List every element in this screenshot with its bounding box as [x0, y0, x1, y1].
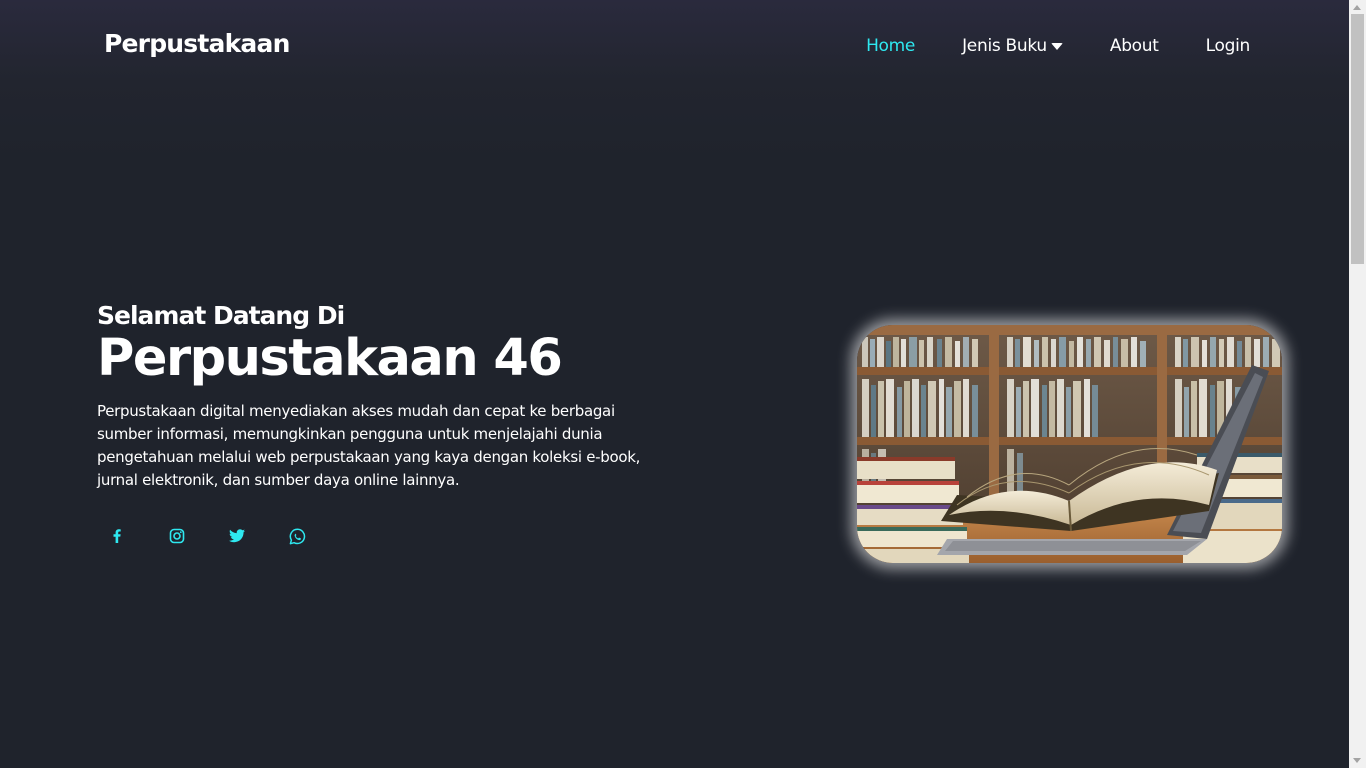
hero-welcome: Selamat Datang Di	[97, 301, 345, 330]
nav-about-label: About	[1109, 36, 1159, 56]
facebook-icon	[113, 529, 121, 543]
page: Perpustakaan Home Jenis Buku About Login…	[0, 0, 1349, 768]
whatsapp-icon	[289, 528, 305, 544]
hero-library-image	[857, 325, 1282, 563]
nav-login[interactable]: Login	[1205, 36, 1251, 56]
nav-about[interactable]: About	[1110, 36, 1159, 56]
whatsapp-link[interactable]	[277, 516, 317, 556]
nav-home-label: Home	[866, 36, 916, 56]
instagram-icon	[169, 528, 185, 544]
scrollbar-thumb[interactable]	[1351, 14, 1364, 264]
instagram-link[interactable]	[157, 516, 197, 556]
nav-home[interactable]: Home	[866, 36, 915, 56]
hero-description: Perpustakaan digital menyediakan akses m…	[97, 402, 641, 489]
scroll-down-icon[interactable]	[1353, 758, 1361, 763]
nav-login-label: Login	[1205, 36, 1251, 56]
site-logo[interactable]: Perpustakaan	[104, 29, 290, 58]
hero-title: Perpustakaan 46	[97, 329, 563, 388]
scroll-up-icon[interactable]	[1353, 5, 1361, 10]
main-nav: Home Jenis Buku About Login	[819, 36, 1250, 56]
twitter-link[interactable]	[217, 516, 257, 556]
facebook-link[interactable]	[97, 516, 137, 556]
library-books-illustration	[857, 325, 1282, 563]
nav-jenis-buku-label: Jenis Buku	[962, 36, 1047, 56]
twitter-icon	[229, 529, 245, 543]
nav-jenis-buku[interactable]: Jenis Buku	[962, 36, 1063, 56]
header: Perpustakaan Home Jenis Buku About Login	[0, 0, 1349, 94]
caret-down-icon	[1050, 42, 1063, 50]
social-links	[97, 516, 337, 556]
page-scrollbar[interactable]	[1349, 0, 1366, 768]
hero-section: Selamat Datang Di Perpustakaan 46 Perpus…	[97, 300, 657, 492]
